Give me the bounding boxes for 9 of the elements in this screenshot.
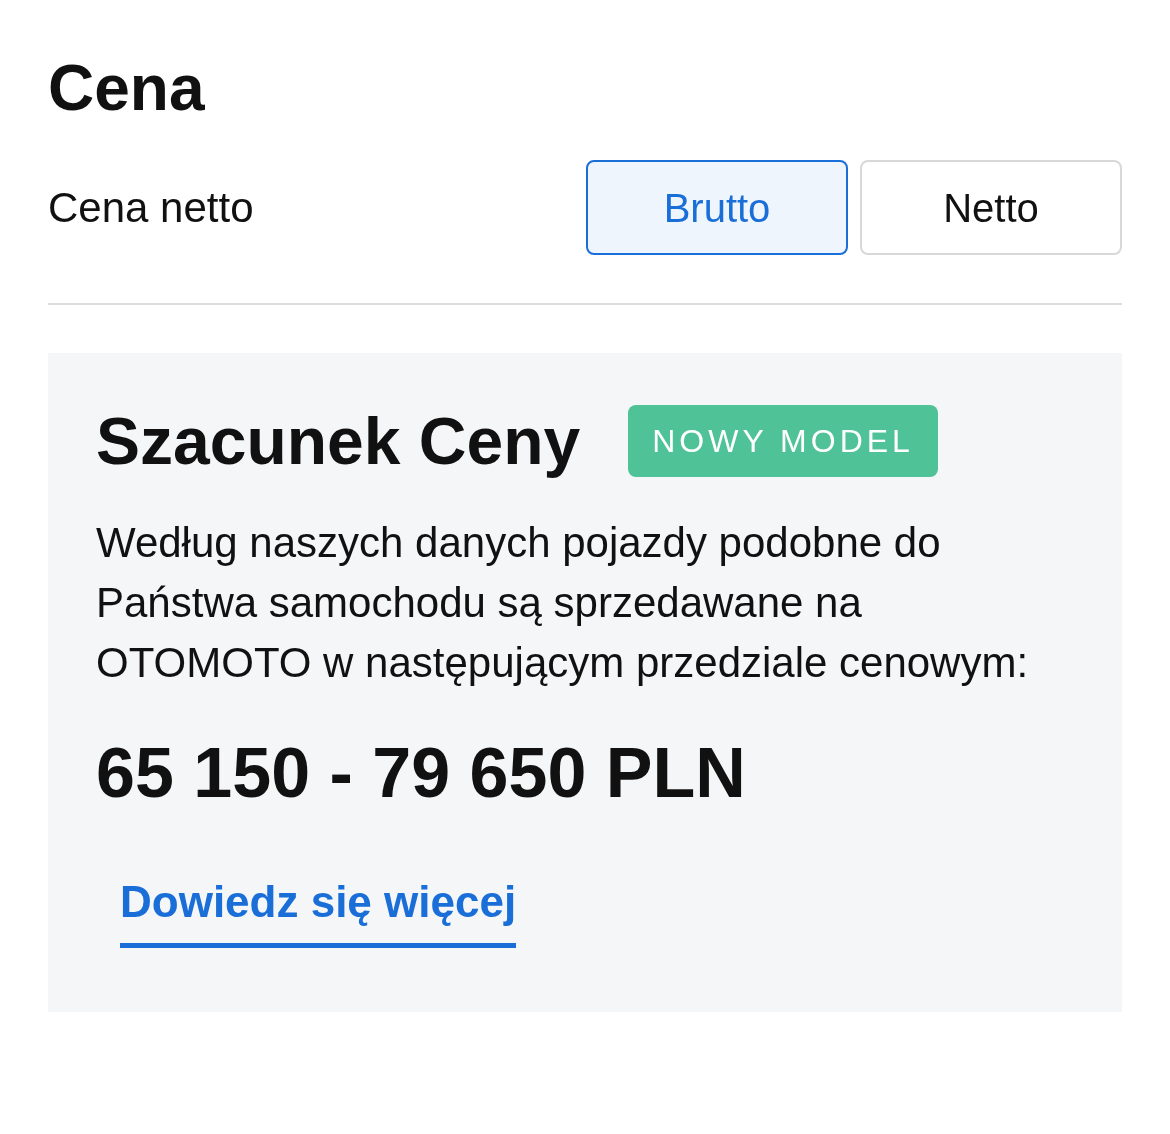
price-range: 65 150 - 79 650 PLN xyxy=(96,733,747,813)
price-type-label: Cena netto xyxy=(48,183,254,233)
estimate-description: Według naszych danych pojazdy podobne do Państwa samochodu są sprzedawane na OTOMOTO w następującym przedziale cenowym: xyxy=(96,518,1030,688)
section-title: Cena xyxy=(48,51,206,126)
card-title: Szacunek Ceny xyxy=(96,403,581,480)
learn-more-link[interactable]: Dowiedz się więcej xyxy=(120,869,517,948)
price-type-toggle[interactable]: Brutto xyxy=(586,160,848,255)
price-type-toggle[interactable]: Netto xyxy=(860,160,1122,255)
new-model-badge: NOWY MODEL xyxy=(628,405,938,477)
